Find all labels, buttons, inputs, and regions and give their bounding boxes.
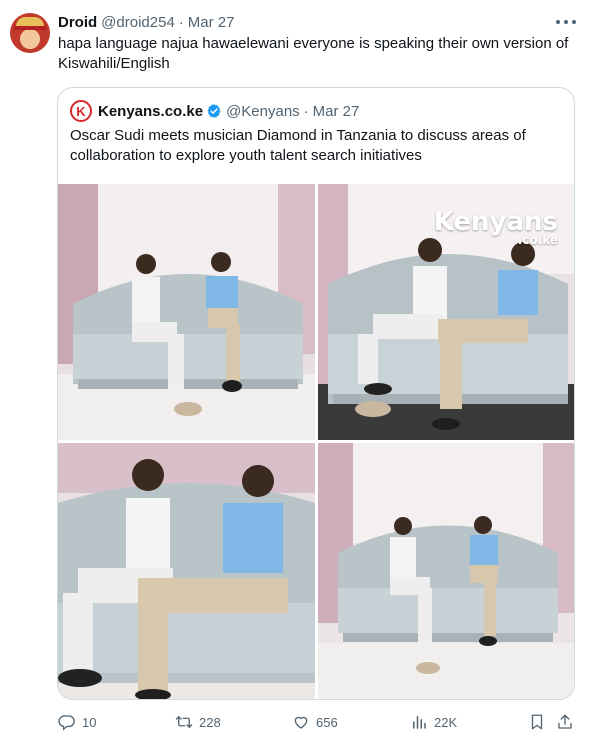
tweet-text: hapa language najua hawaelewani everyone…	[58, 35, 569, 72]
quoted-tweet-date[interactable]: Mar 27	[313, 103, 360, 120]
photo-scene	[58, 443, 315, 699]
like-count: 656	[316, 714, 338, 730]
tweet-photo-2[interactable]: Kenyans .co.ke	[318, 184, 574, 440]
retweet-icon	[175, 716, 193, 728]
author-handle[interactable]: @droid254	[101, 14, 175, 31]
tweet-date[interactable]: Mar 27	[188, 14, 235, 31]
author-name[interactable]: Droid	[58, 14, 97, 31]
quoted-author-name[interactable]: Kenyans.co.ke	[98, 103, 203, 120]
photo-scene	[318, 443, 574, 699]
share-button[interactable]	[556, 711, 574, 733]
verified-badge-icon	[207, 104, 221, 118]
retweet-count: 228	[199, 714, 221, 730]
views-count: 22K	[434, 714, 458, 730]
tweet-photo-4[interactable]	[318, 443, 574, 699]
like-icon	[294, 716, 308, 729]
user-avatar[interactable]	[10, 13, 50, 53]
share-icon	[558, 714, 572, 729]
kenyans-logo-icon[interactable]: K	[70, 100, 92, 122]
kenyans-watermark: Kenyans .co.ke	[433, 207, 558, 247]
quoted-tweet[interactable]: K Kenyans.co.ke @Kenyans · Mar 27 Oscar …	[57, 87, 575, 700]
reply-icon	[58, 715, 75, 731]
views-button[interactable]: 22K	[410, 711, 457, 733]
views-icon	[413, 716, 426, 729]
reply-button[interactable]: 10	[58, 711, 96, 733]
separator-dot: ·	[178, 13, 184, 31]
like-button[interactable]: 656	[292, 711, 338, 733]
bookmark-icon	[531, 714, 543, 730]
retweet-button[interactable]: 228	[175, 711, 221, 733]
tweet-header: Droid @droid254 · Mar 27	[58, 12, 234, 32]
separator-dot: ·	[303, 102, 309, 120]
tweet[interactable]: Droid @droid254 · Mar 27 hapa language n…	[0, 0, 602, 742]
quoted-tweet-header: K Kenyans.co.ke @Kenyans · Mar 27	[70, 100, 359, 122]
tweet-photo-1[interactable]	[58, 184, 315, 440]
quoted-author-handle[interactable]: @Kenyans	[226, 103, 300, 120]
photo-scene	[58, 184, 315, 440]
tweet-actions: 10 228 656 22K	[58, 711, 578, 733]
tweet-photo-3[interactable]	[58, 443, 315, 699]
reply-count: 10	[82, 714, 97, 730]
bookmark-button[interactable]	[528, 711, 546, 733]
more-options-icon[interactable]	[556, 14, 576, 30]
quoted-tweet-text: Oscar Sudi meets musician Diamond in Tan…	[70, 127, 526, 164]
